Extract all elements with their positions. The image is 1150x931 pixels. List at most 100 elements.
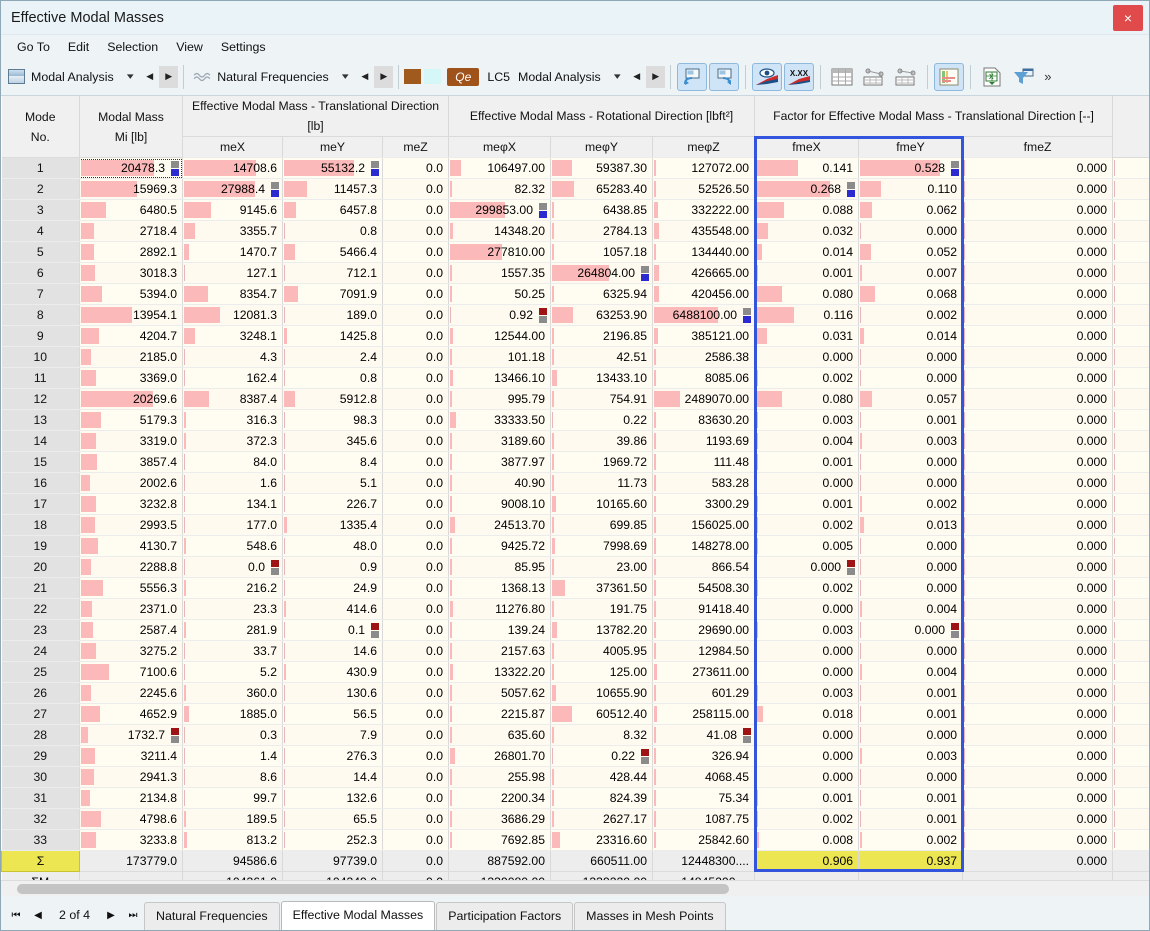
data-cell[interactable]: 372.3 (182, 430, 283, 452)
data-cell[interactable]: 3300.29 (652, 493, 756, 515)
data-cell[interactable]: 0.000 (962, 388, 1114, 410)
data-cell[interactable]: 125.00 (550, 661, 653, 683)
table-row[interactable]: 24 3275.2 33.7 14.6 0.0 2157.63 4005.95 12984.5… (1, 640, 1149, 662)
data-cell[interactable]: 101.18 (448, 346, 551, 368)
data-cell[interactable]: 4798.6 (79, 808, 183, 830)
data-cell[interactable]: 0.000 (962, 577, 1114, 599)
data-cell[interactable]: 0.004 (858, 598, 964, 620)
data-cell[interactable]: 2196.85 (550, 325, 653, 347)
data-cell[interactable]: 0.000 (962, 409, 1114, 431)
data-cell[interactable]: 0.080 (754, 283, 860, 305)
data-cell[interactable]: 0.0 (382, 640, 449, 662)
row-number-cell[interactable]: 30 (1, 766, 80, 788)
data-cell[interactable]: 2134.8 (79, 787, 183, 809)
data-cell[interactable]: 0.000 (962, 787, 1114, 809)
data-cell[interactable]: 3355.7 (182, 220, 283, 242)
data-cell[interactable]: 0.000 (962, 199, 1114, 221)
header-meX[interactable]: meX (182, 136, 283, 158)
data-cell[interactable]: 0.92 (448, 304, 551, 326)
data-cell[interactable]: 91418.40 (652, 598, 756, 620)
data-cell[interactable]: 5912.8 (282, 388, 383, 410)
row-number-cell[interactable]: 11 (1, 367, 80, 389)
summary-label-cell[interactable]: Σ (1, 850, 80, 872)
data-cell[interactable]: 189.5 (182, 808, 283, 830)
data-cell[interactable]: 7091.9 (282, 283, 383, 305)
data-cell[interactable]: 3319.0 (79, 430, 183, 452)
data-cell[interactable]: 2993.5 (79, 514, 183, 536)
data-cell[interactable]: 0.001 (754, 451, 860, 473)
data-cell[interactable]: 435548.00 (652, 220, 756, 242)
data-cell[interactable]: 0.000 (754, 556, 860, 578)
table-all-icon[interactable] (827, 63, 857, 91)
data-cell[interactable]: 0.000 (754, 472, 860, 494)
data-cell[interactable]: 0.000 (858, 220, 964, 242)
data-cell[interactable]: 0.000 (754, 766, 860, 788)
data-cell[interactable]: 866.54 (652, 556, 756, 578)
row-number-cell[interactable]: 23 (1, 619, 80, 641)
data-cell[interactable]: 14.6 (282, 640, 383, 662)
data-cell[interactable]: 13466.10 (448, 367, 551, 389)
last-page-icon[interactable]: ⏭ (122, 903, 144, 927)
data-cell[interactable]: 0.000 (754, 661, 860, 683)
data-cell[interactable]: 3211.4 (79, 745, 183, 767)
data-cell[interactable]: 127.1 (182, 262, 283, 284)
next-page-icon[interactable]: ▶ (100, 903, 122, 927)
data-cell[interactable]: 0.000 (962, 724, 1114, 746)
data-cell[interactable]: 712.1 (282, 262, 383, 284)
data-cell[interactable]: 0.001 (858, 787, 964, 809)
data-cell[interactable]: 8.32 (550, 724, 653, 746)
menu-edit[interactable]: Edit (59, 38, 98, 56)
data-cell[interactable]: 14348.20 (448, 220, 551, 242)
data-cell[interactable]: 127072.00 (652, 157, 756, 179)
data-cell[interactable]: 0.001 (858, 409, 964, 431)
analysis-next-button[interactable]: ▶ (159, 65, 179, 88)
data-cell[interactable]: 1193.69 (652, 430, 756, 452)
data-cell[interactable]: 0.268 (754, 178, 860, 200)
data-cell[interactable]: 0.0 (382, 745, 449, 767)
data-cell[interactable]: 3248.1 (182, 325, 283, 347)
data-cell[interactable]: 0.0 (382, 619, 449, 641)
data-cell[interactable]: 23.3 (182, 598, 283, 620)
data-cell[interactable]: 5.2 (182, 661, 283, 683)
data-cell[interactable]: 11.73 (550, 472, 653, 494)
close-icon[interactable]: × (1113, 4, 1143, 31)
data-cell[interactable]: 0.0 (382, 262, 449, 284)
bar-chart-icon[interactable] (934, 62, 965, 91)
visibility-diagram-icon[interactable] (752, 62, 783, 91)
data-cell[interactable]: 0.0 (382, 766, 449, 788)
data-cell[interactable]: 134440.00 (652, 241, 756, 263)
data-cell[interactable]: 139.24 (448, 619, 551, 641)
data-cell[interactable]: 3857.4 (79, 451, 183, 473)
data-cell[interactable]: 0.000 (962, 430, 1114, 452)
data-cell[interactable]: 0.110 (858, 178, 964, 200)
data-cell[interactable]: 1.6 (182, 472, 283, 494)
summary-cell[interactable]: 14845200.... (652, 871, 756, 880)
data-cell[interactable]: 2489070.00 (652, 388, 756, 410)
data-cell[interactable]: 54508.30 (652, 577, 756, 599)
data-cell[interactable]: 55132.2 (282, 157, 383, 179)
data-cell[interactable]: 0.000 (962, 178, 1114, 200)
data-cell[interactable]: 9145.6 (182, 199, 283, 221)
table-row[interactable]: 18 2993.5 177.0 1335.4 0.0 24513.70 699.85 1560… (1, 514, 1149, 536)
row-number-cell[interactable]: 1 (1, 157, 80, 179)
data-cell[interactable]: 0.000 (962, 598, 1114, 620)
row-number-cell[interactable]: 8 (1, 304, 80, 326)
data-cell[interactable]: 0.001 (754, 493, 860, 515)
row-number-cell[interactable]: 3 (1, 199, 80, 221)
table-row[interactable]: 17 3232.8 134.1 226.7 0.0 9008.10 10165.60 3300… (1, 493, 1149, 515)
table-row[interactable]: 31 2134.8 99.7 132.6 0.0 2200.34 824.39 75.34 0.… (1, 787, 1149, 809)
data-cell[interactable]: 0.000 (962, 283, 1114, 305)
summary-cell[interactable] (754, 871, 860, 880)
data-cell[interactable]: 0.0 (382, 661, 449, 683)
summary-cell[interactable] (858, 871, 964, 880)
prev-page-icon[interactable]: ◀ (27, 903, 49, 927)
menu-selection[interactable]: Selection (98, 38, 167, 56)
data-cell[interactable]: 111.48 (652, 451, 756, 473)
table-row[interactable]: 26 2245.6 360.0 130.6 0.0 5057.62 10655.90 601.… (1, 682, 1149, 704)
data-cell[interactable]: 0.000 (962, 619, 1114, 641)
data-cell[interactable]: 0.001 (858, 808, 964, 830)
summary-cell[interactable]: 0.0 (382, 871, 449, 880)
data-cell[interactable]: 82.32 (448, 178, 551, 200)
data-cell[interactable]: 0.057 (858, 388, 964, 410)
row-number-cell[interactable]: 5 (1, 241, 80, 263)
